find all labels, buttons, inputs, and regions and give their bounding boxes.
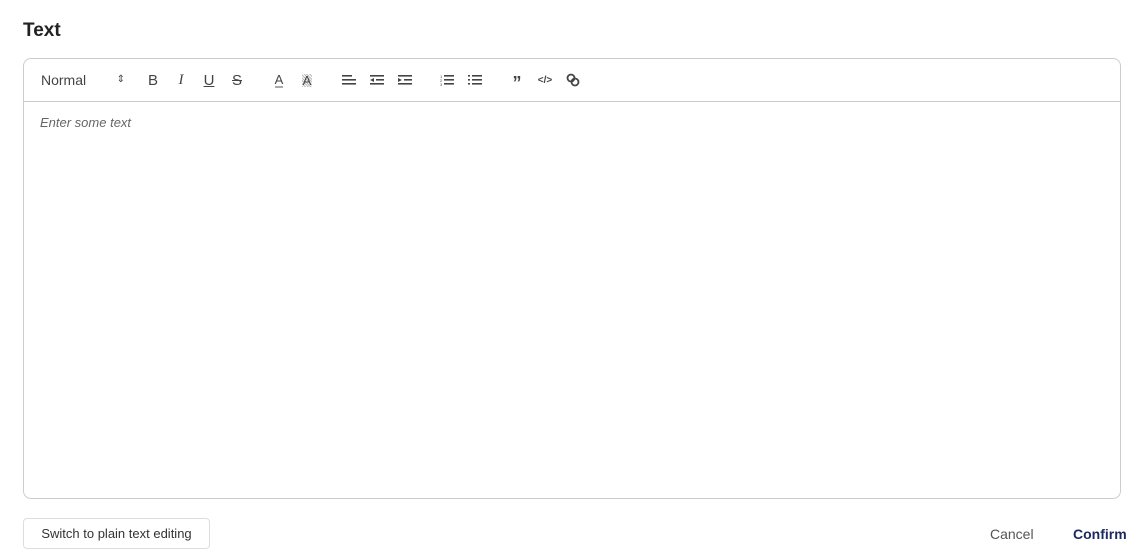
bold-button[interactable]: B (139, 68, 167, 92)
switch-plain-text-button[interactable]: Switch to plain text editing (23, 518, 210, 549)
underline-button[interactable]: U (195, 68, 223, 92)
svg-text:3: 3 (440, 82, 443, 86)
strikethrough-button[interactable]: S (223, 68, 251, 92)
strikethrough-icon: S (231, 71, 242, 89)
block-format-label: Normal (41, 72, 87, 88)
editor-toolbar: Normal ⇕ B I U S A A 123 ” </> (24, 59, 1120, 102)
link-icon (566, 73, 580, 87)
code-button[interactable]: </> (531, 68, 559, 92)
indent-button[interactable] (391, 68, 419, 92)
underline-icon: U (203, 71, 215, 89)
indent-icon (398, 75, 412, 85)
align-button[interactable] (335, 68, 363, 92)
select-arrows-icon: ⇕ (116, 74, 125, 85)
bold-icon: B (147, 71, 158, 89)
outdent-icon (370, 75, 384, 85)
cancel-button[interactable]: Cancel (990, 526, 1034, 542)
bullet-list-icon (468, 75, 482, 85)
text-color-button[interactable]: A (265, 68, 293, 92)
ordered-list-icon: 123 (440, 74, 454, 86)
blockquote-button[interactable]: ” (503, 68, 531, 92)
confirm-button[interactable]: Confirm (1073, 526, 1127, 542)
background-color-button[interactable]: A (293, 68, 321, 92)
background-color-icon: A (301, 72, 313, 88)
rich-text-editor: Normal ⇕ B I U S A A 123 ” </> Enter som… (23, 58, 1121, 499)
ordered-list-button[interactable]: 123 (433, 68, 461, 92)
align-left-icon (342, 75, 356, 85)
bullet-list-button[interactable] (461, 68, 489, 92)
quote-icon: ” (512, 73, 522, 93)
link-button[interactable] (559, 68, 587, 92)
editor-placeholder: Enter some text (40, 115, 132, 130)
section-title: Text (23, 20, 61, 41)
code-icon: </> (537, 74, 553, 86)
italic-button[interactable]: I (167, 68, 195, 92)
text-color-icon: A (274, 71, 284, 88)
block-format-select[interactable]: Normal ⇕ (41, 72, 125, 88)
editor-content[interactable]: Enter some text (24, 102, 1120, 143)
outdent-button[interactable] (363, 68, 391, 92)
italic-icon: I (178, 71, 184, 88)
